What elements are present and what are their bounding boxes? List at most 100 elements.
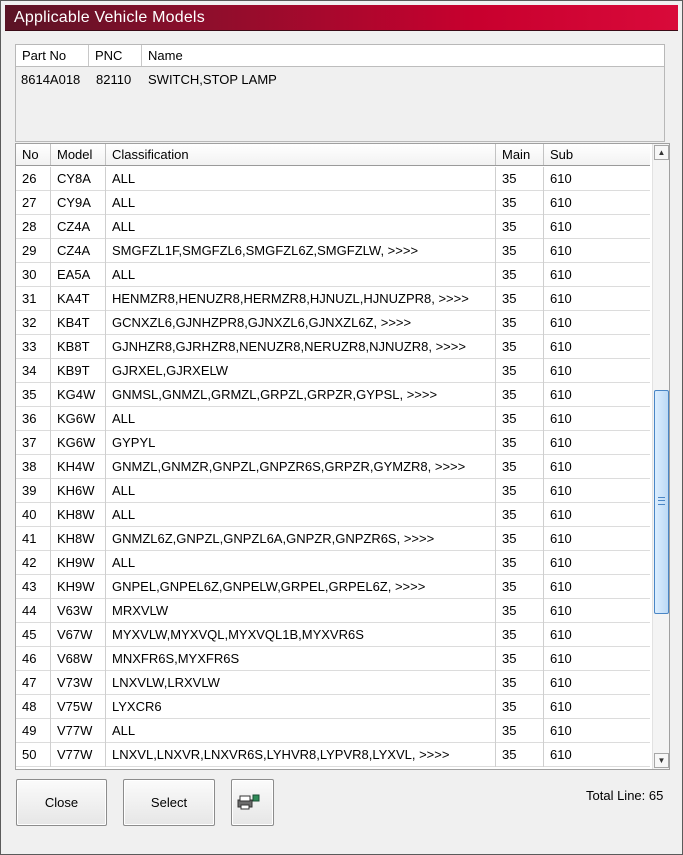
- vehicle-models-grid[interactable]: No Model Classification Main Sub 26 CY8A A…: [15, 143, 670, 770]
- row-main-cell: 35: [496, 623, 544, 647]
- row-model-cell: V77W: [51, 719, 106, 743]
- row-sub-cell: 610: [550, 459, 572, 474]
- column-header-no[interactable]: No: [16, 144, 51, 165]
- table-row[interactable]: 26 CY8A ALL 35 610: [16, 167, 650, 191]
- row-no-cell: 46: [16, 647, 51, 671]
- table-row[interactable]: 33 KB8T GJNHZR8,GJRHZR8,NENUZR8,NERUZR8,NJ…: [16, 335, 650, 359]
- row-classification-cell: GJRXEL,GJRXELW: [106, 359, 496, 383]
- row-no-cell: 44: [16, 599, 51, 623]
- row-model-cell: V67W: [51, 623, 106, 647]
- row-sub-cell: 610: [550, 531, 572, 546]
- table-row[interactable]: 37 KG6W GYPYL 35 610: [16, 431, 650, 455]
- row-sub-cell: 610: [550, 723, 572, 738]
- close-button[interactable]: Close: [16, 779, 107, 826]
- row-classification-cell: ALL: [106, 407, 496, 431]
- table-row[interactable]: 44 V63W MRXVLW 35 610: [16, 599, 650, 623]
- row-main-cell: 35: [496, 527, 544, 551]
- table-row[interactable]: 49 V77W ALL 35 610: [16, 719, 650, 743]
- row-no-cell: 37: [16, 431, 51, 455]
- table-row[interactable]: 40 KH8W ALL 35 610: [16, 503, 650, 527]
- table-row[interactable]: 28 CZ4A ALL 35 610: [16, 215, 650, 239]
- row-model-cell: CY8A: [51, 167, 106, 191]
- table-row[interactable]: 42 KH9W ALL 35 610: [16, 551, 650, 575]
- grip-icon: [658, 497, 665, 505]
- row-no-cell: 50: [16, 743, 51, 767]
- row-model-cell: EA5A: [51, 263, 106, 287]
- column-header-main[interactable]: Main: [496, 144, 544, 165]
- row-sub-cell: 610: [550, 363, 572, 378]
- header-name: Name: [148, 48, 183, 63]
- table-row[interactable]: 32 KB4T GCNXZL6,GJNHZPR8,GJNXZL6,GJNXZL6Z,…: [16, 311, 650, 335]
- row-classification-cell: ALL: [106, 263, 496, 287]
- row-classification-cell: GNMZL,GNMZR,GNPZL,GNPZR6S,GRPZR,GYMZR8, …: [106, 455, 496, 479]
- table-row[interactable]: 50 V77W LNXVL,LNXVR,LNXVR6S,LYHVR8,LYPVR8,…: [16, 743, 650, 767]
- row-classification-cell: GYPYL: [106, 431, 496, 455]
- table-row[interactable]: 39 KH6W ALL 35 610: [16, 479, 650, 503]
- row-classification-cell: LNXVLW,LRXVLW: [106, 671, 496, 695]
- row-no-cell: 34: [16, 359, 51, 383]
- row-model-cell: CY9A: [51, 191, 106, 215]
- row-main-cell: 35: [496, 503, 544, 527]
- row-main-cell: 35: [496, 383, 544, 407]
- scroll-down-arrow-icon[interactable]: ▼: [654, 753, 669, 768]
- row-no-cell: 42: [16, 551, 51, 575]
- row-main-cell: 35: [496, 239, 544, 263]
- print-button[interactable]: [231, 779, 274, 826]
- header-part-no: Part No: [16, 45, 89, 66]
- table-row[interactable]: 46 V68W MNXFR6S,MYXFR6S 35 610: [16, 647, 650, 671]
- column-header-model[interactable]: Model: [51, 144, 106, 165]
- row-main-cell: 35: [496, 167, 544, 191]
- table-row[interactable]: 41 KH8W GNMZL6Z,GNPZL,GNPZL6A,GNPZR,GNPZR6…: [16, 527, 650, 551]
- row-sub-cell: 610: [550, 435, 572, 450]
- row-classification-cell: ALL: [106, 191, 496, 215]
- grid-header: No Model Classification Main Sub: [16, 144, 650, 166]
- table-row[interactable]: 34 KB9T GJRXEL,GJRXELW 35 610: [16, 359, 650, 383]
- row-classification-cell: ALL: [106, 215, 496, 239]
- grid-rows: 26 CY8A ALL 35 610 27 CY9A ALL 35 610 28 CZ4A ALL 35 6…: [16, 167, 650, 767]
- select-button[interactable]: Select: [123, 779, 215, 826]
- table-row[interactable]: 27 CY9A ALL 35 610: [16, 191, 650, 215]
- row-main-cell: 35: [496, 551, 544, 575]
- row-model-cell: KG4W: [51, 383, 106, 407]
- row-classification-cell: ALL: [106, 551, 496, 575]
- row-sub-cell: 610: [550, 555, 572, 570]
- row-classification-cell: GNMZL6Z,GNPZL,GNPZL6A,GNPZR,GNPZR6S, >>>…: [106, 527, 496, 551]
- row-no-cell: 30: [16, 263, 51, 287]
- row-model-cell: KB4T: [51, 311, 106, 335]
- vertical-scrollbar[interactable]: ▲ ▼: [652, 144, 669, 769]
- row-classification-cell: LYXCR6: [106, 695, 496, 719]
- title-bar[interactable]: Applicable Vehicle Models: [5, 5, 678, 31]
- table-row[interactable]: 35 KG4W GNMSL,GNMZL,GRMZL,GRPZL,GRPZR,GYPS…: [16, 383, 650, 407]
- row-no-cell: 28: [16, 215, 51, 239]
- row-no-cell: 36: [16, 407, 51, 431]
- table-row[interactable]: 47 V73W LNXVLW,LRXVLW 35 610: [16, 671, 650, 695]
- row-sub-cell: 610: [550, 747, 572, 762]
- table-row[interactable]: 45 V67W MYXVLW,MYXVQL,MYXVQL1B,MYXVR6S 35 61…: [16, 623, 650, 647]
- row-model-cell: CZ4A: [51, 215, 106, 239]
- row-sub-cell: 610: [550, 675, 572, 690]
- scrollbar-thumb[interactable]: [654, 390, 669, 614]
- row-sub-cell: 610: [550, 387, 572, 402]
- table-row[interactable]: 36 KG6W ALL 35 610: [16, 407, 650, 431]
- row-sub-cell: 610: [550, 507, 572, 522]
- scroll-up-arrow-icon[interactable]: ▲: [654, 145, 669, 160]
- table-row[interactable]: 29 CZ4A SMGFZL1F,SMGFZL6,SMGFZL6Z,SMGFZLW,…: [16, 239, 650, 263]
- row-model-cell: KH9W: [51, 551, 106, 575]
- row-main-cell: 35: [496, 455, 544, 479]
- row-main-cell: 35: [496, 719, 544, 743]
- table-row[interactable]: 31 KA4T HENMZR8,HENUZR8,HERMZR8,HJNUZL,HJN…: [16, 287, 650, 311]
- table-row[interactable]: 48 V75W LYXCR6 35 610: [16, 695, 650, 719]
- row-model-cell: KB9T: [51, 359, 106, 383]
- table-row[interactable]: 38 KH4W GNMZL,GNMZR,GNPZL,GNPZR6S,GRPZR,GY…: [16, 455, 650, 479]
- row-sub-cell: 610: [550, 651, 572, 666]
- column-header-sub[interactable]: Sub: [544, 144, 650, 165]
- table-row[interactable]: 30 EA5A ALL 35 610: [16, 263, 650, 287]
- table-row[interactable]: 43 KH9W GNPEL,GNPEL6Z,GNPELW,GRPEL,GRPEL6Z…: [16, 575, 650, 599]
- row-no-cell: 27: [16, 191, 51, 215]
- part-info-row[interactable]: 8614A018 82110 SWITCH,STOP LAMP: [16, 69, 664, 91]
- row-no-cell: 41: [16, 527, 51, 551]
- column-header-classification[interactable]: Classification: [106, 144, 496, 165]
- row-main-cell: 35: [496, 359, 544, 383]
- row-no-cell: 49: [16, 719, 51, 743]
- row-main-cell: 35: [496, 263, 544, 287]
